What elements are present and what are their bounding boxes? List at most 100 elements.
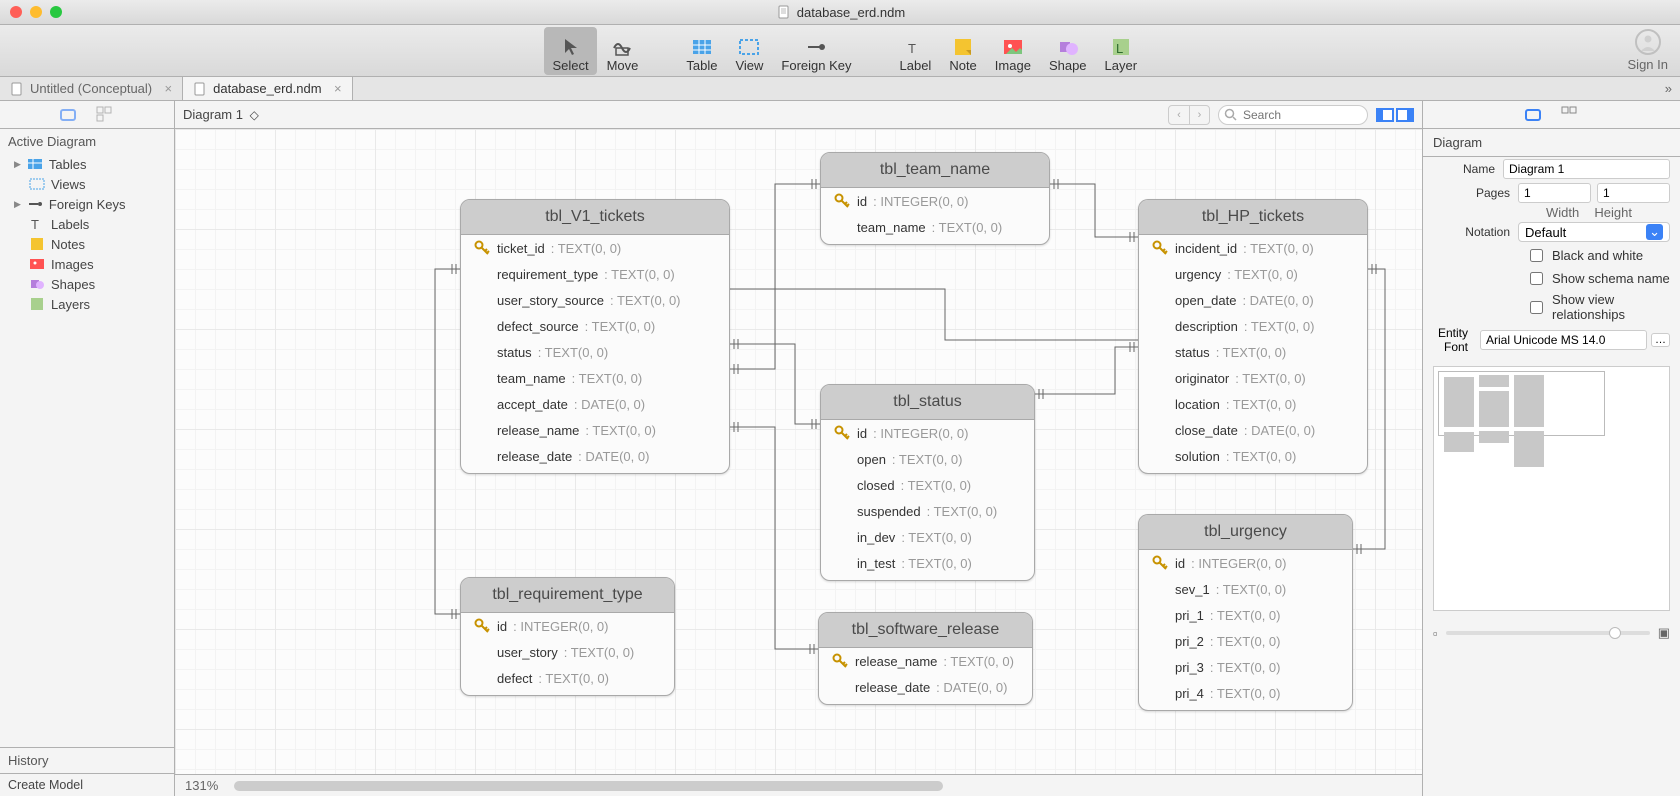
black-white-checkbox[interactable]: [1530, 249, 1543, 262]
erd-table-header: tbl_requirement_type: [461, 578, 674, 613]
active-diagram-heading: Active Diagram: [0, 129, 174, 154]
horizontal-scrollbar[interactable]: [234, 781, 1416, 791]
search-input[interactable]: [1218, 105, 1368, 125]
tool-shape[interactable]: Shape: [1041, 27, 1095, 75]
erd-column: defect: TEXT(0, 0): [461, 665, 674, 695]
tree-labels[interactable]: TLabels: [0, 214, 174, 234]
left-sidebar: Active Diagram ▶Tables Views ▶Foreign Keys…: [0, 101, 175, 796]
tool-note[interactable]: Note: [941, 27, 984, 75]
tree-images[interactable]: Images: [0, 254, 174, 274]
images-icon: [29, 256, 45, 272]
minimap[interactable]: [1433, 366, 1670, 611]
erd-table-tbl_status[interactable]: tbl_statusid: INTEGER(0, 0)open: TEXT(0,…: [820, 384, 1035, 581]
minimap-tab-icon[interactable]: [1561, 106, 1579, 124]
pages-height-input[interactable]: [1597, 183, 1670, 203]
erd-column: team_name: TEXT(0, 0): [461, 365, 729, 391]
tree-shapes[interactable]: Shapes: [0, 274, 174, 294]
document-tab[interactable]: Untitled (Conceptual)×: [0, 77, 183, 100]
tool-view[interactable]: View: [727, 27, 771, 75]
search-icon: [1224, 108, 1237, 121]
properties-tab-icon[interactable]: [1525, 106, 1543, 124]
erd-column: accept_date: DATE(0, 0): [461, 391, 729, 417]
tree-foreign-keys[interactable]: ▶Foreign Keys: [0, 194, 174, 214]
primary-key-icon: [831, 652, 849, 670]
tree-notes[interactable]: Notes: [0, 234, 174, 254]
history-item[interactable]: Create Model: [0, 774, 174, 796]
main-toolbar: Select Move Table View Foreign Key TLabelNote…: [0, 25, 1680, 77]
tool-foreign-key[interactable]: Foreign Key: [773, 27, 859, 75]
tree-views[interactable]: Views: [0, 174, 174, 194]
erd-table-tbl_HP_tickets[interactable]: tbl_HP_ticketsincident_id: TEXT(0, 0)urg…: [1138, 199, 1368, 474]
pages-width-input[interactable]: [1518, 183, 1591, 203]
primary-key-icon: [473, 617, 491, 635]
erd-table-tbl_team_name[interactable]: tbl_team_nameid: INTEGER(0, 0)team_name:…: [820, 152, 1050, 245]
nav-back-icon[interactable]: ‹: [1169, 106, 1189, 124]
tool-table[interactable]: Table: [678, 27, 725, 75]
tree-label: Images: [51, 257, 94, 272]
notation-select[interactable]: Default⌄: [1518, 222, 1670, 242]
erd-column: open: TEXT(0, 0): [821, 446, 1034, 472]
bw-label: Black and white: [1552, 248, 1643, 263]
diagram-pane-icon[interactable]: [60, 106, 78, 124]
tool-layer[interactable]: LLayer: [1097, 27, 1146, 75]
tool-move[interactable]: Move: [599, 27, 647, 75]
close-tab-icon[interactable]: ×: [165, 81, 173, 96]
erd-table-tbl_urgency[interactable]: tbl_urgencyid: INTEGER(0, 0)sev_1: TEXT(…: [1138, 514, 1353, 711]
history-heading: History: [0, 747, 174, 774]
height-label: Height: [1594, 205, 1632, 220]
erd-column: user_story: TEXT(0, 0): [461, 639, 674, 665]
model-pane-icon[interactable]: [96, 106, 114, 124]
nav-arrows[interactable]: ‹›: [1168, 105, 1210, 125]
tree-label: Views: [51, 177, 85, 192]
tool-label: Label: [900, 58, 932, 73]
zoom-knob[interactable]: [1609, 627, 1621, 639]
entity-font-input[interactable]: [1480, 330, 1647, 350]
erd-canvas[interactable]: tbl_team_nameid: INTEGER(0, 0)team_name:…: [175, 129, 1422, 796]
canvas-statusbar: 131%: [175, 774, 1422, 796]
erd-table-tbl_requirement_type[interactable]: tbl_requirement_typeid: INTEGER(0, 0)use…: [460, 577, 675, 696]
nav-forward-icon[interactable]: ›: [1189, 106, 1209, 124]
erd-column: team_name: TEXT(0, 0): [821, 214, 1049, 244]
tree-tables[interactable]: ▶Tables: [0, 154, 174, 174]
tabs-overflow-icon[interactable]: »: [1657, 77, 1680, 100]
erd-table-tbl_software_release[interactable]: tbl_software_releaserelease_name: TEXT(0…: [818, 612, 1033, 705]
zoom-in-icon[interactable]: ▣: [1658, 625, 1670, 641]
zoom-window-icon[interactable]: [50, 6, 62, 18]
erd-column: release_name: TEXT(0, 0): [461, 417, 729, 443]
close-window-icon[interactable]: [10, 6, 22, 18]
pane-toggles[interactable]: [1376, 108, 1414, 122]
minimize-window-icon[interactable]: [30, 6, 42, 18]
erd-column: closed: TEXT(0, 0): [821, 472, 1034, 498]
erd-table-header: tbl_V1_tickets: [461, 200, 729, 235]
erd-column: release_name: TEXT(0, 0): [819, 648, 1032, 674]
tool-label: View: [735, 58, 763, 73]
tab-label: database_erd.ndm: [213, 81, 321, 96]
left-pane-toggle-icon[interactable]: [1376, 108, 1394, 122]
erd-table-header: tbl_urgency: [1139, 515, 1352, 550]
diagram-name-input[interactable]: [1503, 159, 1670, 179]
signin-button[interactable]: Sign In: [1628, 29, 1668, 72]
erd-table-tbl_V1_tickets[interactable]: tbl_V1_ticketsticket_id: TEXT(0, 0)requi…: [460, 199, 730, 474]
tool-select[interactable]: Select: [544, 27, 596, 75]
erd-column: id: INTEGER(0, 0): [821, 420, 1034, 446]
tree-layers[interactable]: Layers: [0, 294, 174, 314]
close-tab-icon[interactable]: ×: [334, 81, 342, 96]
show-schema-checkbox[interactable]: [1530, 272, 1543, 285]
tool-image[interactable]: Image: [987, 27, 1039, 75]
diagram-selector[interactable]: Diagram 1 ◇: [183, 107, 259, 122]
tool-label: Select: [552, 58, 588, 73]
tree-label: Layers: [51, 297, 90, 312]
erd-column: open_date: DATE(0, 0): [1139, 287, 1367, 313]
primary-key-icon: [473, 239, 491, 257]
zoom-out-icon[interactable]: ▫: [1433, 626, 1438, 641]
document-tab[interactable]: database_erd.ndm ×: [183, 77, 352, 100]
layers-icon: [29, 296, 45, 312]
tool-label[interactable]: TLabel: [892, 27, 940, 75]
viewrel-label: Show view relationships: [1552, 292, 1670, 322]
document-icon: [193, 82, 207, 96]
zoom-level[interactable]: 131%: [175, 778, 228, 793]
right-pane-toggle-icon[interactable]: [1396, 108, 1414, 122]
entity-font-more-button[interactable]: …: [1651, 333, 1670, 347]
minimap-zoom[interactable]: ▫ ▣: [1423, 621, 1680, 645]
show-view-rel-checkbox[interactable]: [1530, 301, 1543, 314]
